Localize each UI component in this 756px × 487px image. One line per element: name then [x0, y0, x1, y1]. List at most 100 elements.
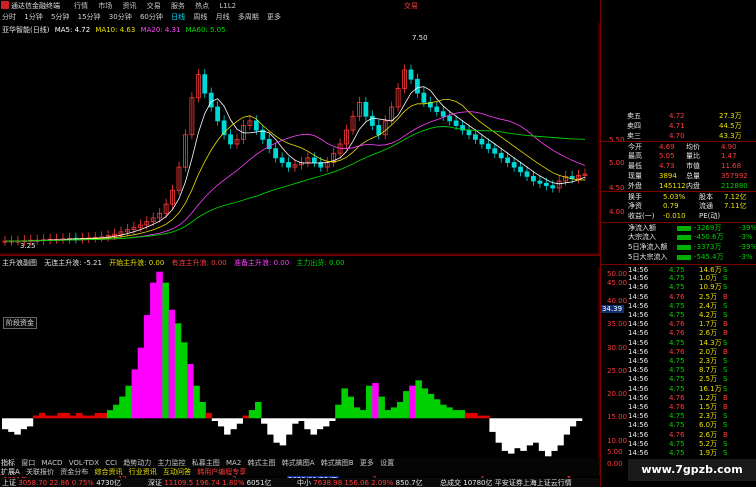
stat-value: 357992: [721, 172, 748, 180]
tab-fund-dist[interactable]: 资金分布: [60, 468, 88, 476]
tab-settings[interactable]: 设置: [380, 459, 394, 467]
tab-macd[interactable]: MACD: [41, 459, 62, 467]
tab-related[interactable]: 关联报价: [26, 468, 54, 476]
candle-body: [466, 129, 472, 136]
flow-percent: -39%: [739, 243, 756, 251]
indicator-bar: [26, 418, 34, 427]
tab-more[interactable]: 更多: [360, 459, 374, 467]
menu-item-service[interactable]: 服务: [171, 2, 185, 10]
index-change: 22.86: [49, 479, 70, 487]
candle-body: [253, 120, 259, 131]
menu-item-l1l2[interactable]: L1L2: [219, 2, 236, 10]
indicator-bar: [298, 418, 305, 421]
indicator-value: 主力出货: 0.00: [296, 259, 345, 267]
tab-vol[interactable]: VOL-TDX: [69, 459, 99, 467]
tab-korea-b[interactable]: 韩式擒图B: [321, 459, 354, 467]
indicator-bar: [205, 412, 213, 419]
tab-private[interactable]: 私募主图: [192, 459, 220, 467]
period-tab[interactable]: 15分钟: [78, 13, 101, 21]
indicator-bar: [458, 410, 466, 419]
period-tab[interactable]: 更多: [267, 13, 281, 21]
index-value: 11109.5: [164, 479, 194, 487]
ask-volume: 43.3万: [719, 132, 742, 140]
watermark: www.7gpzb.com: [628, 459, 756, 481]
period-tab[interactable]: 周线: [193, 13, 207, 21]
indicator-bar: [341, 388, 348, 419]
ask-label: 卖三: [627, 132, 641, 140]
menu-item-news[interactable]: 资讯: [122, 2, 136, 10]
menu-item-hot[interactable]: 热点: [195, 2, 209, 10]
flow-value: -3373万: [694, 243, 722, 251]
tab-trend[interactable]: 趋势动力: [123, 459, 151, 467]
tab-industry-news[interactable]: 行业资讯: [129, 468, 157, 476]
period-tab[interactable]: 月线: [216, 13, 230, 21]
index-change: 156.06: [344, 479, 369, 487]
period-tab[interactable]: 5分钟: [51, 13, 69, 21]
stat-label: 净资: [628, 202, 642, 210]
indicator-bar: [421, 388, 429, 419]
tab-qa[interactable]: 互动问答: [163, 468, 191, 476]
index-sh[interactable]: 上证 3058.70 22.86 0.75% 4730亿: [2, 478, 121, 487]
total-turnover: 总成交 10780亿 平安证券上海上证云行情: [440, 478, 572, 487]
tab-cci[interactable]: CCI: [105, 459, 117, 467]
indicator-bar: [501, 418, 509, 451]
period-tab[interactable]: 30分钟: [109, 13, 132, 21]
kline-chart[interactable]: 亚华智能(日线) MA5: 4.72 MA10: 4.63 MA20: 4.31…: [0, 23, 625, 255]
indicator-bar: [310, 418, 317, 435]
indicator-bar: [335, 404, 342, 419]
indicator-bar: [51, 415, 58, 419]
menu-item-trade[interactable]: 交易: [147, 2, 161, 10]
tab-ma2[interactable]: MA2: [226, 459, 241, 467]
status-bar: 上证 3058.70 22.86 0.75% 4730亿 深证 11109.5 …: [0, 478, 600, 487]
period-tab[interactable]: 多周期: [238, 13, 259, 21]
period-tab[interactable]: 分时: [2, 13, 16, 21]
indicator-bar: [520, 418, 527, 451]
menu-item-market[interactable]: 市场: [98, 2, 112, 10]
tab-indicator[interactable]: 指标: [1, 459, 15, 467]
stat-value: 7.11亿: [724, 202, 747, 210]
indicator-bar: [378, 396, 385, 419]
candle-body: [363, 101, 369, 117]
stat-row: 现量 3894 总量 357992: [601, 171, 756, 181]
period-tab-active[interactable]: 日线: [171, 13, 185, 21]
candle-body: [485, 143, 491, 150]
indicator-bar: [119, 396, 126, 419]
period-tab[interactable]: 1分钟: [24, 13, 42, 21]
index-zx[interactable]: 中小 7638.98 156.06 2.09% 850.7亿: [297, 478, 423, 487]
tick-price: 4.75: [669, 449, 685, 457]
indicator-bar: [150, 282, 157, 419]
tab-korea-a[interactable]: 韩式擒图A: [282, 459, 315, 467]
kline-svg: [0, 23, 600, 255]
indicator-bar: [224, 418, 231, 435]
indicator-chart[interactable]: 阶段资金 34.39: [0, 267, 625, 475]
indicator-bar: [261, 418, 268, 424]
indicator-name[interactable]: 主升浪副图: [2, 259, 37, 267]
tab-user-program[interactable]: 韩用户编程专享: [197, 468, 246, 476]
period-tab[interactable]: 60分钟: [140, 13, 163, 21]
stat-value: 1.47: [721, 152, 737, 160]
candle-body: [543, 182, 549, 187]
menu-item-hq[interactable]: 行情: [74, 2, 88, 10]
indicator-bar: [199, 402, 206, 419]
index-percent: 0.75%: [71, 479, 94, 487]
tab-ext-a[interactable]: 扩展A: [1, 468, 20, 476]
indicator-bar: [304, 418, 311, 430]
index-sz[interactable]: 深证 11109.5 196.74 1.80% 6051亿: [148, 478, 271, 487]
trade-button[interactable]: 交易: [404, 1, 418, 11]
index-name: 上证: [2, 479, 16, 487]
indicator-bar: [125, 385, 132, 419]
phase-capital-tag[interactable]: 阶段资金: [3, 317, 37, 329]
tab-korea-main[interactable]: 韩式主图: [248, 459, 276, 467]
stat-value: 11.68: [721, 162, 742, 170]
indicator-bar: [82, 415, 89, 419]
indicator-bar: [396, 402, 404, 419]
tab-monitor[interactable]: 主力监控: [158, 459, 186, 467]
indicator-bar: [440, 404, 447, 419]
tab-window[interactable]: 窗口: [21, 459, 35, 467]
indicator-bar: [32, 415, 40, 419]
stat2-row: 收益(一) -0.010 PE(动): [601, 211, 756, 221]
indicator-bar: [353, 407, 361, 419]
candle-body: [550, 185, 556, 189]
indicator-bar: [508, 418, 515, 454]
tab-news[interactable]: 综合资讯: [95, 468, 123, 476]
